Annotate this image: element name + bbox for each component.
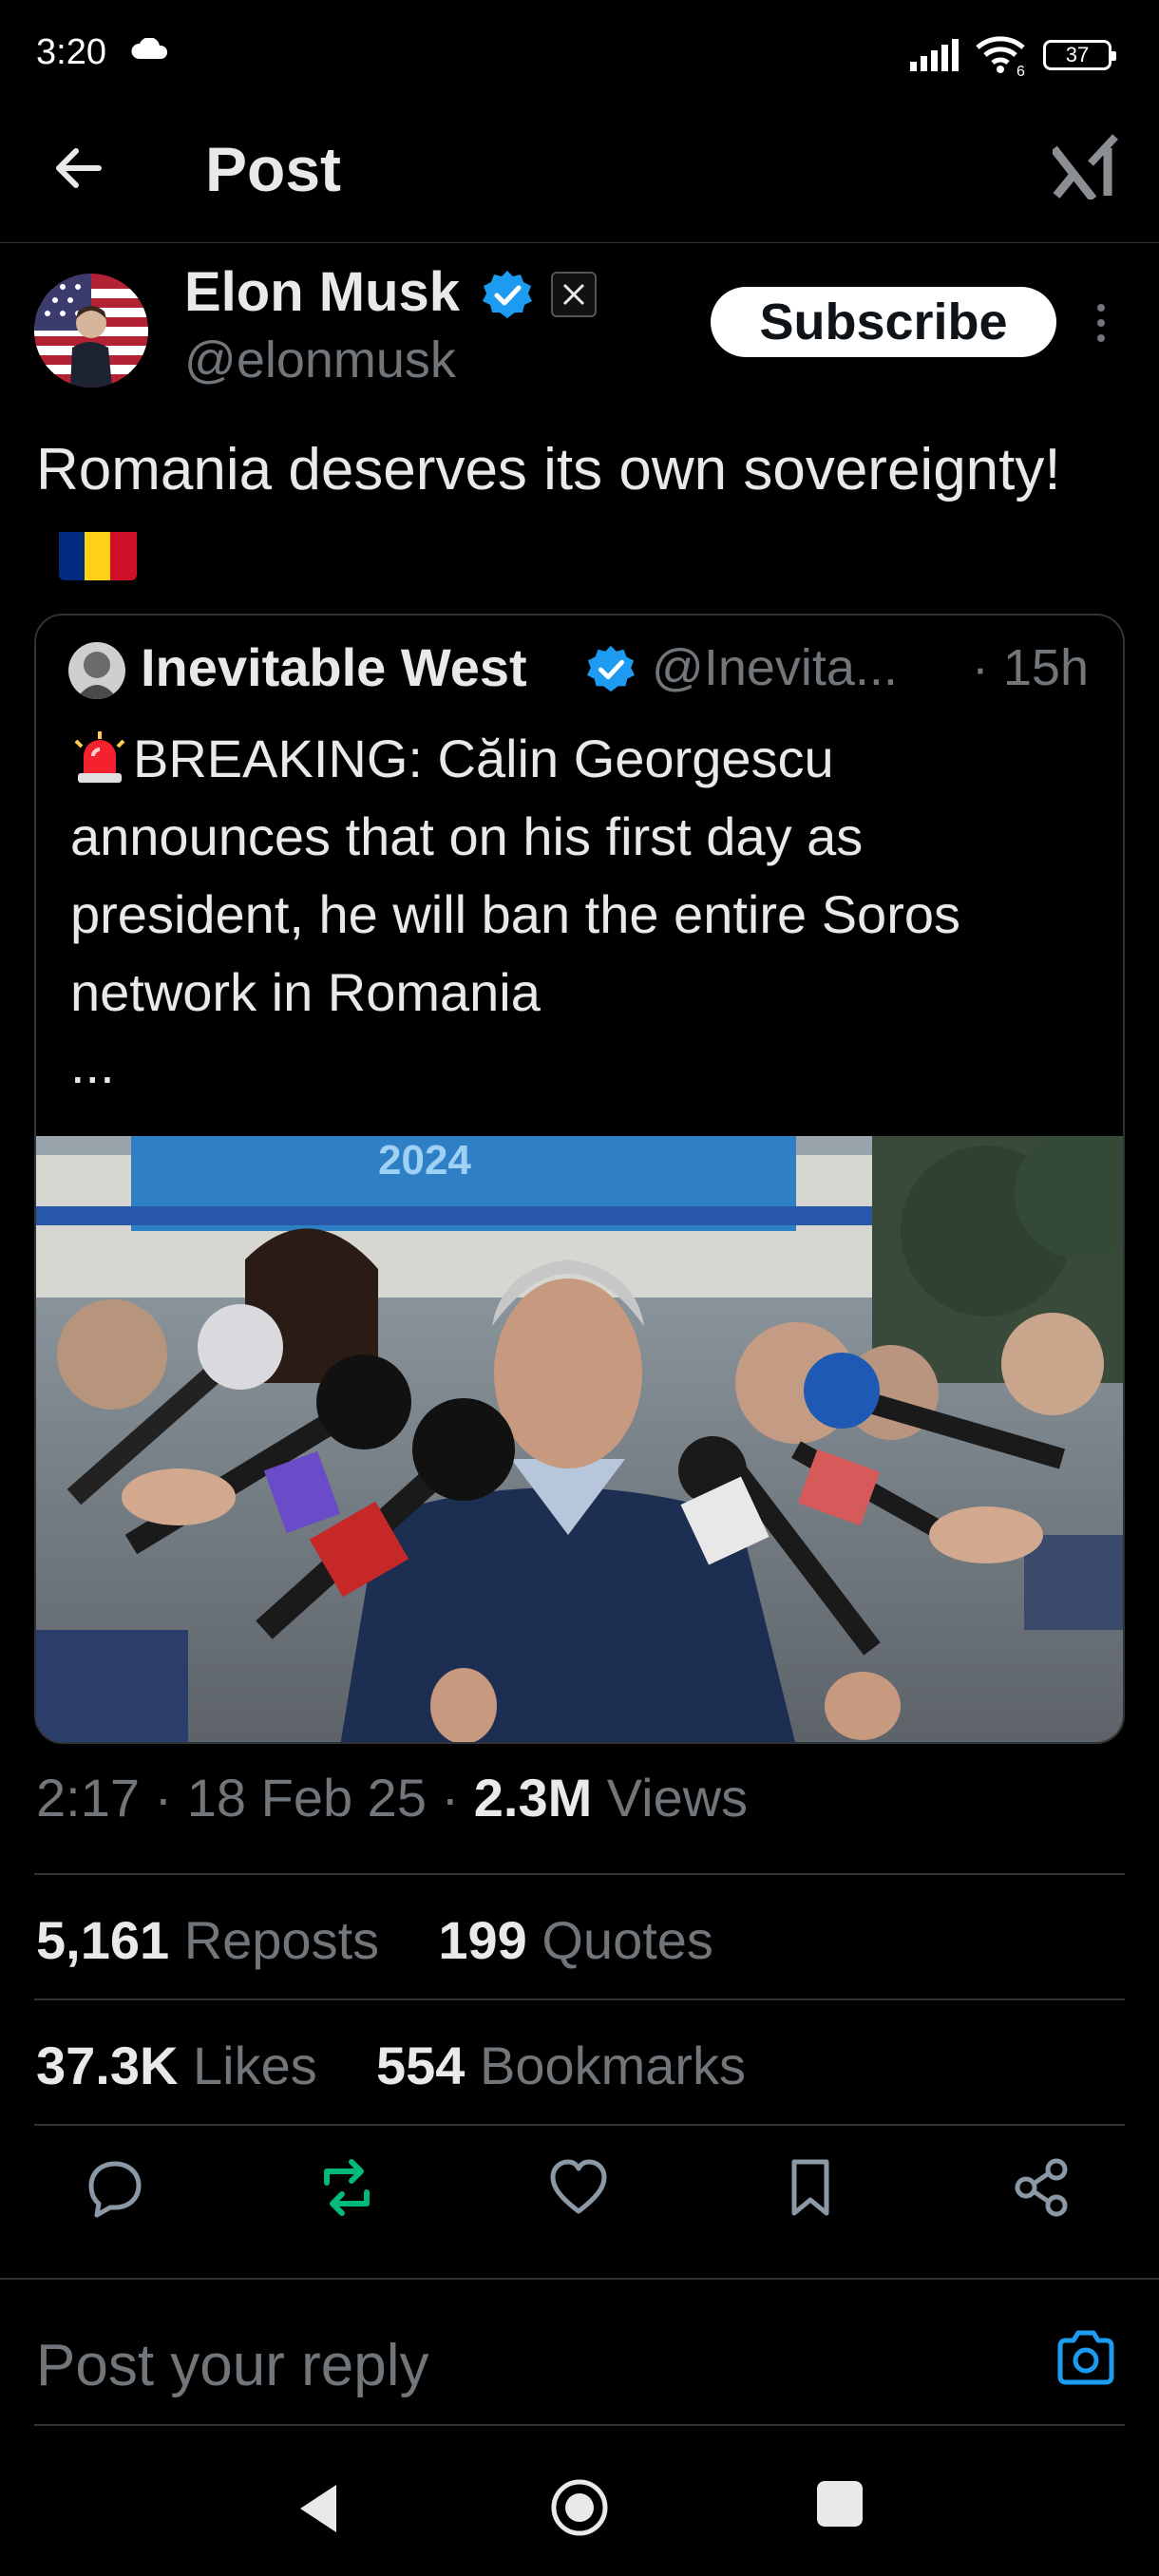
reposts-stat[interactable]: 5,161 Reposts (36, 1910, 379, 1970)
post-time: 2:17 (36, 1768, 140, 1828)
quoted-author-handle[interactable]: @Inevita... (652, 638, 898, 697)
reposts-label: Reposts (183, 1910, 380, 1970)
divider (34, 2124, 1125, 2126)
reposts-count: 5,161 (36, 1910, 170, 1970)
camera-icon[interactable] (1054, 2329, 1117, 2386)
show-more-ellipsis[interactable]: ... (70, 1033, 115, 1095)
author-handle[interactable]: @elonmusk (184, 331, 456, 389)
wifi-icon: 6 (976, 36, 1025, 76)
reply-icon[interactable] (84, 2156, 146, 2219)
quoted-post-card[interactable]: Inevitable West @Inevita... · 15h BREAKI… (34, 614, 1125, 1744)
quoted-post-text: BREAKING: Călin Georgescu announces that… (70, 720, 1096, 1032)
author-name[interactable]: Elon Musk (184, 260, 460, 324)
quoted-author-name[interactable]: Inevitable West (141, 636, 527, 698)
quoted-post-image[interactable]: 2024 (36, 1136, 1125, 1744)
divider (34, 2424, 1125, 2426)
share-icon[interactable] (1011, 2156, 1074, 2219)
nav-home-icon[interactable] (549, 2477, 610, 2538)
status-icons: 6 37 (910, 34, 1116, 76)
page-title: Post (205, 134, 342, 204)
repost-icon[interactable] (315, 2156, 378, 2219)
status-bar: 3:20 6 37 (0, 0, 1159, 104)
cloud-icon (131, 38, 168, 59)
status-time: 3:20 (36, 32, 106, 72)
post-meta: 2:17 · 18 Feb 25 · 2.3M Views (36, 1768, 749, 1828)
author-avatar[interactable] (34, 274, 148, 388)
quotes-count: 199 (438, 1910, 527, 1970)
likes-label: Likes (193, 2036, 317, 2095)
nav-recents-icon[interactable] (817, 2481, 863, 2527)
battery-indicator: 37 (1043, 40, 1116, 70)
post-text: Romania deserves its own sovereignty! (36, 427, 1119, 598)
svg-text:6: 6 (1016, 64, 1025, 76)
quotes-stat[interactable]: 199 Quotes (438, 1910, 713, 1970)
views-count[interactable]: 2.3M (474, 1768, 593, 1828)
reply-composer (0, 2278, 1159, 2430)
post-date: 18 Feb 25 (186, 1768, 427, 1828)
post-body: Romania deserves its own sovereignty! (36, 437, 1061, 502)
signal-icon (910, 39, 959, 71)
quotes-label: Quotes (542, 1910, 713, 1970)
grok-icon[interactable] (1053, 133, 1121, 199)
more-options-icon[interactable] (1094, 302, 1108, 344)
quoted-verified-badge-icon (586, 645, 636, 692)
likes-bookmarks-stats: 37.3K Likes 554 Bookmarks (36, 2035, 746, 2096)
siren-icon (74, 731, 125, 783)
verified-badge-icon (483, 271, 532, 318)
like-heart-icon[interactable] (547, 2156, 610, 2219)
bookmarks-count: 554 (375, 2036, 466, 2095)
system-navigation-bar (0, 2460, 1159, 2576)
x-affiliation-icon (551, 272, 597, 317)
bookmarks-stat[interactable]: 554 Bookmarks (376, 2036, 746, 2095)
quoted-body: BREAKING: Călin Georgescu announces that… (70, 729, 960, 1022)
svg-text:2024: 2024 (378, 1137, 471, 1184)
bookmarks-label: Bookmarks (479, 2036, 747, 2095)
views-label: Views (606, 1768, 749, 1828)
divider (34, 1998, 1125, 2000)
reply-input[interactable] (36, 2327, 986, 2403)
post-action-bar (0, 2156, 1159, 2232)
divider (34, 1873, 1125, 1875)
nav-back-icon[interactable] (294, 2481, 342, 2536)
top-app-bar: Post (0, 104, 1159, 243)
back-arrow-icon[interactable] (49, 139, 108, 198)
repost-quote-stats: 5,161 Reposts 199 Quotes (36, 1909, 713, 1971)
likes-count: 37.3K (36, 2036, 179, 2095)
quoted-post-time: · 15h (971, 639, 1089, 696)
subscribe-button[interactable]: Subscribe (711, 287, 1056, 357)
quoted-author-avatar[interactable] (68, 642, 125, 699)
romania-flag-icon (59, 525, 137, 580)
bookmark-icon[interactable] (779, 2156, 842, 2219)
likes-stat[interactable]: 37.3K Likes (36, 2036, 317, 2095)
